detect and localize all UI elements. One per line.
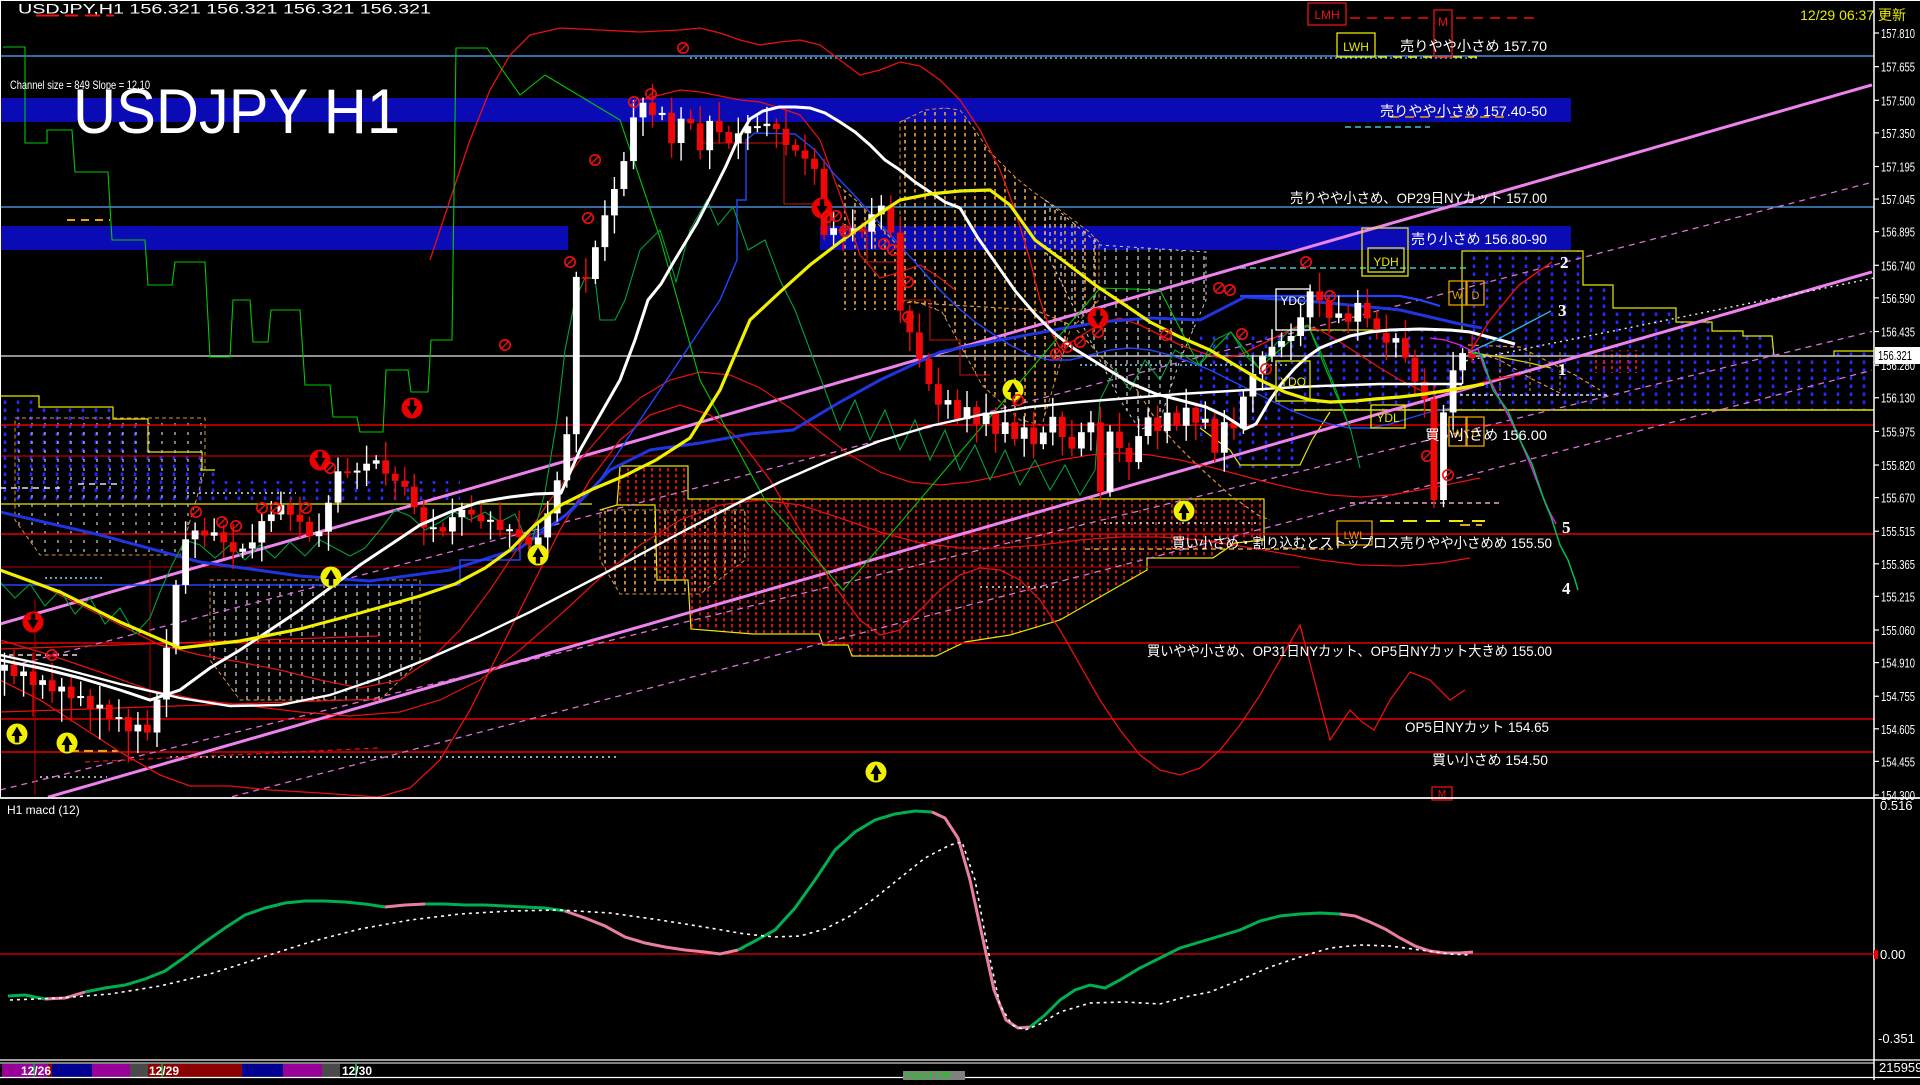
svg-text:W: W (1452, 290, 1463, 302)
svg-text:USDJPY,H1 156.321 156.321 156: USDJPY,H1 156.321 156.321 156.321 156.32… (18, 1, 431, 17)
svg-text:12/29: 12/29 (149, 1064, 179, 1078)
svg-text:YDH: YDH (1373, 255, 1398, 269)
svg-text:154.455: 154.455 (1881, 754, 1915, 769)
svg-text:3: 3 (1558, 301, 1567, 320)
svg-text:157.045: 157.045 (1881, 192, 1915, 207)
svg-text:155.060: 155.060 (1881, 623, 1915, 638)
svg-text:155.975: 155.975 (1881, 424, 1915, 439)
svg-text:買い小さめ・割り込むとストップロス売りやや小さめめ 155.: 買い小さめ・割り込むとストップロス売りやや小さめめ 155.50 (1172, 535, 1552, 551)
svg-text:-0.351: -0.351 (1878, 1031, 1915, 1046)
svg-text:155.820: 155.820 (1881, 458, 1915, 473)
svg-text:macd ON: macd ON (905, 1070, 952, 1080)
svg-text:156.435: 156.435 (1881, 325, 1915, 340)
svg-text:LMH: LMH (1314, 8, 1339, 22)
svg-text:売り小さめ 156.80-90: 売り小さめ 156.80-90 (1411, 231, 1547, 247)
svg-text:157.350: 157.350 (1881, 126, 1915, 141)
svg-text:YDO: YDO (1280, 375, 1306, 389)
svg-text:5: 5 (1562, 518, 1571, 537)
svg-text:157.810: 157.810 (1881, 26, 1915, 41)
svg-text:売りやや小さめ 157.40-50: 売りやや小さめ 157.40-50 (1380, 103, 1547, 119)
svg-text:154.755: 154.755 (1881, 689, 1915, 704)
svg-text:156.130: 156.130 (1881, 391, 1915, 406)
svg-text:4: 4 (1562, 579, 1571, 598)
svg-text:売りやや小さめ 157.70: 売りやや小さめ 157.70 (1400, 38, 1547, 54)
svg-text:156.895: 156.895 (1881, 225, 1915, 240)
svg-text:買いやや小さめ、OP31日NYカット、OP5日NYカット大き: 買いやや小さめ、OP31日NYカット、OP5日NYカット大きめ 155.00 (1147, 643, 1552, 659)
svg-text:155.670: 155.670 (1881, 491, 1915, 506)
svg-text:12/26: 12/26 (21, 1064, 51, 1078)
svg-text:155.515: 155.515 (1881, 524, 1915, 539)
svg-text:157.195: 157.195 (1881, 160, 1915, 175)
svg-text:12/30: 12/30 (342, 1064, 372, 1078)
svg-text:155.215: 155.215 (1881, 589, 1915, 604)
svg-text:157.500: 157.500 (1881, 93, 1915, 108)
svg-text:M: M (1438, 15, 1448, 29)
svg-text:YDL: YDL (1376, 411, 1400, 425)
svg-text:LWH: LWH (1343, 40, 1369, 54)
svg-text:H1 macd (12): H1 macd (12) (7, 803, 80, 817)
svg-text:154.605: 154.605 (1881, 722, 1915, 737)
svg-text:154.910: 154.910 (1881, 656, 1915, 671)
svg-text:12/29 06:37 更新: 12/29 06:37 更新 (1800, 7, 1906, 23)
svg-text:0.516: 0.516 (1880, 798, 1913, 813)
svg-text:1: 1 (1558, 360, 1567, 379)
svg-text:155.365: 155.365 (1881, 557, 1915, 572)
svg-text:2: 2 (1560, 253, 1569, 272)
svg-text:156.740: 156.740 (1881, 258, 1915, 273)
svg-text:USDJPY H1: USDJPY H1 (73, 77, 400, 147)
svg-text:OP5日NYカット 154.65: OP5日NYカット 154.65 (1405, 719, 1549, 735)
svg-text:157.655: 157.655 (1881, 60, 1915, 75)
svg-text:215959: 215959 (1879, 1060, 1920, 1075)
svg-text:156.590: 156.590 (1881, 291, 1915, 306)
svg-text:YDC: YDC (1280, 294, 1306, 308)
svg-text:買い小さめ 156.00: 買い小さめ 156.00 (1425, 427, 1547, 443)
svg-text:0.00: 0.00 (1880, 947, 1905, 962)
svg-text:D: D (1472, 290, 1480, 302)
svg-text:売りやや小さめ、OP29日NYカット 157.00: 売りやや小さめ、OP29日NYカット 157.00 (1290, 190, 1547, 206)
svg-text:156.321: 156.321 (1878, 348, 1912, 363)
svg-text:買い小さめ 154.50: 買い小さめ 154.50 (1432, 752, 1548, 768)
